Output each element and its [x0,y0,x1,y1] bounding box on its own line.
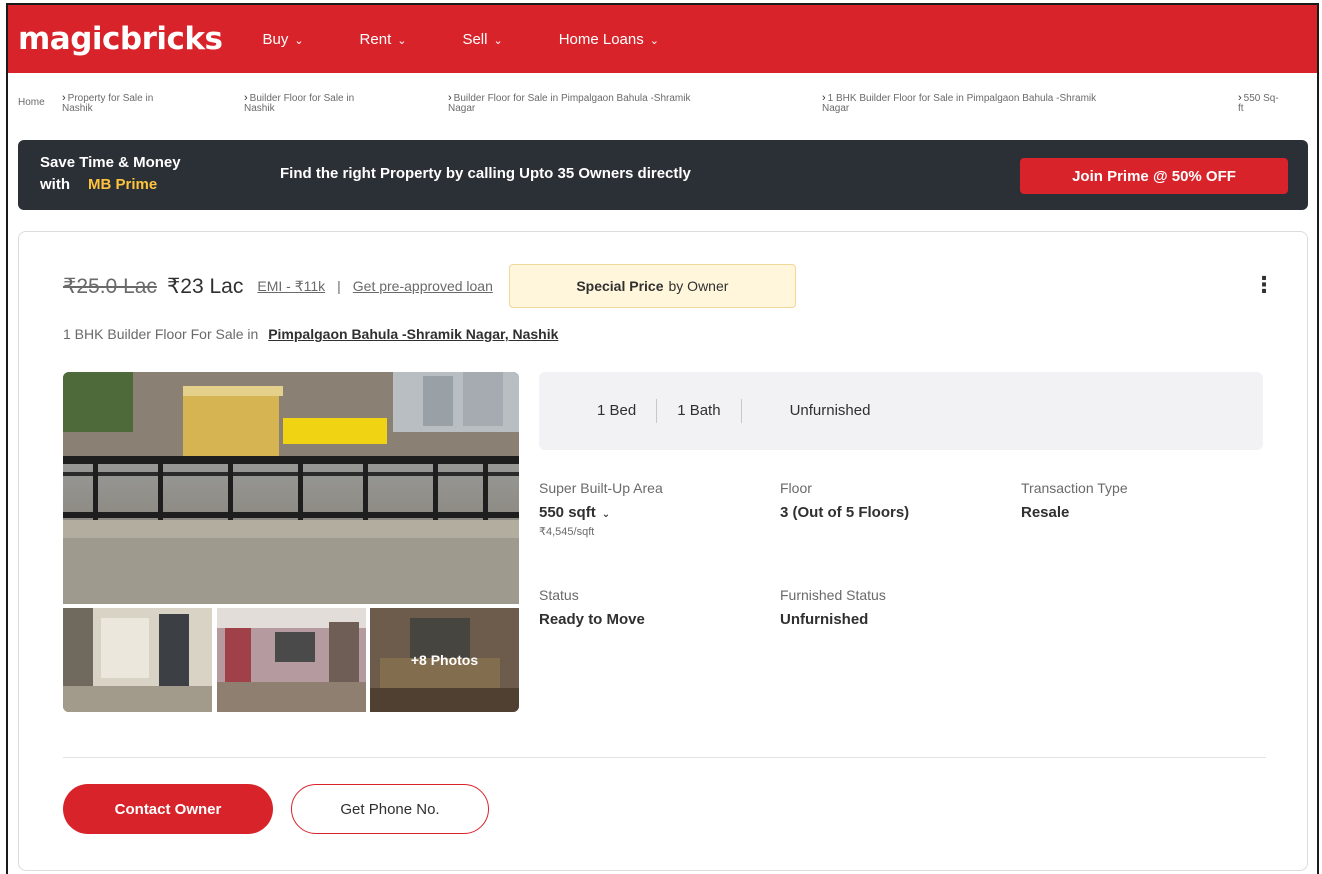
prime-tagline: Save Time & Money with MB Prime [40,152,181,196]
site-header: magicbricks Buy ⌄ Rent ⌄ Sell ⌄ Home Loa… [8,5,1317,73]
area-rate: ₹4,545/sqft [539,526,595,538]
mb-prime-brand: MB Prime [88,176,158,193]
join-prime-button[interactable]: Join Prime @ 50% OFF [1020,158,1288,194]
photo-thumbnail-2[interactable] [217,608,366,712]
listing-title-prefix: 1 BHK Builder Floor For Sale in [63,326,259,342]
nav-home-loans-label: Home Loans [558,30,644,48]
card-divider [63,757,1266,758]
area-value-row[interactable]: 550 sqft ⌄ [539,504,663,521]
current-price: ₹23 Lac [166,274,244,298]
detail-area: Super Built-Up Area 550 sqft ⌄ ₹4,545/sqf… [539,480,663,538]
chevron-down-icon: ⌄ [294,34,304,47]
main-nav: Buy ⌄ Rent ⌄ Sell ⌄ Home Loans ⌄ [262,31,715,48]
detail-furnished: Furnished Status Unfurnished [780,587,886,628]
main-property-photo[interactable] [63,372,519,604]
breadcrumb-home[interactable]: Home [18,98,45,108]
contact-owner-button[interactable]: Contact Owner [63,784,273,834]
breadcrumb-label: 1 BHK Builder Floor for Sale in Pimpalga… [822,93,1097,114]
floor-label: Floor [780,480,812,496]
status-label: Status [539,587,579,603]
breadcrumb-builder-floor-locality[interactable]: › Builder Floor for Sale in Pimpalgaon Ba… [448,93,690,114]
bath-count: 1 Bath [657,399,742,423]
room-image [63,608,212,712]
breadcrumb: Home › Property for Sale in Nashik › Build… [18,93,1308,123]
prime-line-2-prefix: with [40,176,70,193]
breadcrumb-current: › 550 Sq- ft [1238,93,1279,114]
prime-line-1: Save Time & Money [40,154,181,171]
floor-value: 3 (Out of 5 Floors) [780,504,910,521]
browser-frame: magicbricks Buy ⌄ Rent ⌄ Sell ⌄ Home Loa… [6,3,1319,874]
chevron-down-icon: ⌄ [649,34,659,47]
more-photos-label: +8 Photos [370,608,519,712]
breadcrumb-1bhk-locality[interactable]: › 1 BHK Builder Floor for Sale in Pimpalg… [822,93,1096,114]
detail-transaction: Transaction Type Resale [1021,480,1128,521]
chevron-down-icon: ⌄ [397,34,407,47]
chevron-down-icon: ⌄ [493,34,503,47]
prime-banner: Save Time & Money with MB Prime Find the … [18,140,1308,210]
special-price-strong: Special Price [576,278,664,294]
pre-approved-loan-link[interactable]: Get pre-approved loan [353,278,493,294]
status-value: Ready to Move [539,611,645,628]
breadcrumb-home-label: Home [18,97,45,108]
breadcrumb-label: Builder Floor for Sale in Pimpalgaon Bah… [448,93,691,114]
furnished-value: Unfurnished [780,611,869,628]
furnishing-summary: Unfurnished [789,402,871,419]
original-price: ₹25.0 Lac [63,274,157,298]
breadcrumb-property-nashik[interactable]: › Property for Sale in Nashik [62,93,153,114]
breadcrumb-label: Builder Floor for Sale in Nashik [244,93,355,114]
transaction-label: Transaction Type [1021,480,1128,496]
photo-thumbnail-3[interactable]: +8 Photos [370,608,519,712]
nav-sell-label: Sell [462,30,488,48]
transaction-value: Resale [1021,504,1070,521]
furnished-label: Furnished Status [780,587,886,603]
nav-home-loans[interactable]: Home Loans ⌄ [559,31,659,48]
area-value: 550 sqft [539,504,596,521]
detail-floor: Floor 3 (Out of 5 Floors) [780,480,909,521]
special-price-badge: Special Price by Owner [508,264,796,308]
nav-rent[interactable]: Rent ⌄ [360,31,407,48]
nav-sell[interactable]: Sell ⌄ [462,31,502,48]
area-label: Super Built-Up Area [539,480,663,496]
balcony-view-image [63,372,519,604]
room-image [217,608,366,712]
bed-count: 1 Bed [597,399,658,423]
special-price-rest: by Owner [668,278,729,294]
nav-rent-label: Rent [359,30,392,48]
listing-title: 1 BHK Builder Floor For Sale in Pimpalga… [63,326,558,342]
get-phone-button[interactable]: Get Phone No. [291,784,489,834]
breadcrumb-label: Property for Sale in Nashik [62,93,154,114]
breadcrumb-builder-floor-nashik[interactable]: › Builder Floor for Sale in Nashik [244,93,354,114]
property-summary-strip: 1 Bed 1 Bath Unfurnished [539,372,1263,450]
more-options-icon[interactable]: ⋮ [1253,272,1275,298]
photo-thumbnail-1[interactable] [63,608,212,712]
nav-buy[interactable]: Buy ⌄ [262,31,303,48]
property-card: ₹25.0 Lac ₹23 Lac EMI - ₹11k | Get pre-a… [18,231,1308,871]
magicbricks-logo[interactable]: magicbricks [18,21,223,57]
emi-link[interactable]: EMI - ₹11k [257,278,325,295]
chevron-down-icon: ⌄ [601,509,611,520]
price-divider: | [337,278,341,294]
breadcrumb-label: 550 Sq- ft [1238,93,1279,114]
price-row: ₹25.0 Lac ₹23 Lac EMI - ₹11k | Get pre-a… [63,264,796,308]
prime-message: Find the right Property by calling Upto … [280,165,691,182]
nav-buy-label: Buy [262,30,289,48]
locality-link[interactable]: Pimpalgaon Bahula -Shramik Nagar, Nashik [268,326,558,342]
detail-status: Status Ready to Move [539,587,645,628]
